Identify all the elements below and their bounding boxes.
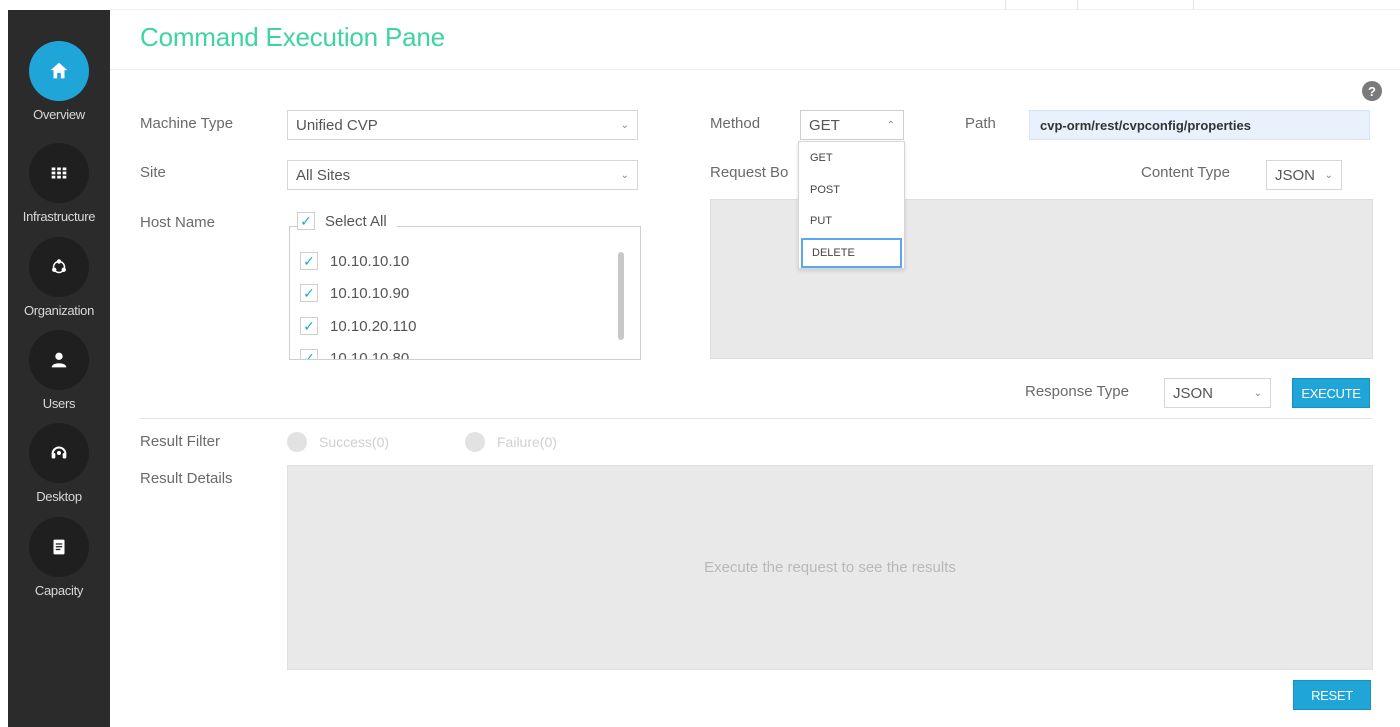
sidebar: Overview Infrastructure Organization Use… [8,10,110,727]
result-placeholder: Execute the request to see the results [704,559,956,576]
sidebar-item-desktop[interactable]: Desktop [8,423,110,513]
content-type-value: JSON [1275,166,1316,184]
host-list: ✓ 10.10.10.10 ✓ 10.10.10.90 ✓ 10.10.20.1… [289,226,641,360]
top-divider [1005,0,1006,10]
sidebar-item-infrastructure[interactable]: Infrastructure [8,143,110,233]
network-icon [29,237,89,297]
host-list-scrollbar[interactable] [618,252,624,340]
chevron-down-icon: ⌄ [1253,387,1262,399]
checkbox-checked-icon[interactable]: ✓ [297,212,315,230]
chevron-down-icon: ⌄ [620,169,629,181]
result-filter-label: Result Filter [140,433,221,450]
top-strip [110,0,1400,10]
reset-button[interactable]: RESET [1293,680,1371,710]
sidebar-item-users[interactable]: Users [8,330,110,420]
path-label: Path [965,115,996,132]
section-divider [140,418,1372,419]
method-option-get[interactable]: GET [801,143,902,173]
title-divider [110,69,1400,70]
host-item[interactable]: ✓ 10.10.10.90 [300,284,409,302]
execute-button[interactable]: EXECUTE [1292,378,1370,408]
headset-icon [29,423,89,483]
help-icon[interactable]: ? [1362,81,1382,101]
document-icon [29,517,89,577]
sidebar-item-label: Infrastructure [22,209,96,224]
result-details-panel: Execute the request to see the results [287,465,1373,670]
sidebar-item-label: Users [42,396,76,411]
response-type-value: JSON [1173,384,1214,402]
user-icon [29,330,89,390]
machine-type-value: Unified CVP [296,116,378,134]
method-label: Method [710,115,761,132]
host-label: 10.10.10.80 [330,349,410,360]
top-divider [1193,0,1194,10]
failure-label: Failure(0) [497,434,557,450]
method-select[interactable]: GET ⌃ [800,110,904,140]
site-value: All Sites [296,166,351,184]
select-all-label: Select All [325,212,387,230]
checkbox-checked-icon[interactable]: ✓ [300,252,318,270]
content-type-select[interactable]: JSON ⌄ [1266,160,1342,190]
checkbox-checked-icon[interactable]: ✓ [300,317,318,335]
radio-icon[interactable] [287,432,307,452]
sidebar-item-overview[interactable]: Overview [8,41,110,131]
sidebar-item-label: Desktop [36,489,82,504]
method-option-post[interactable]: POST [801,175,902,205]
chevron-down-icon: ⌄ [1324,169,1333,181]
failure-radio[interactable]: Failure(0) [465,432,557,452]
content-type-label: Content Type [1141,164,1230,181]
method-value: GET [809,116,840,134]
request-body-label: Request Bo [710,164,789,181]
path-input[interactable] [1029,110,1370,140]
host-name-label: Host Name [140,214,216,231]
host-item[interactable]: ✓ 10.10.10.80 [300,349,410,360]
select-all-checkbox[interactable]: ✓ Select All [297,212,397,230]
home-icon [29,41,89,101]
host-label: 10.10.10.10 [330,252,410,270]
response-type-label: Response Type [1025,383,1129,400]
chevron-down-icon: ⌄ [620,119,629,131]
success-label: Success(0) [319,434,390,450]
method-option-delete[interactable]: DELETE [801,238,902,268]
response-type-select[interactable]: JSON ⌄ [1164,378,1271,408]
sidebar-item-organization[interactable]: Organization [8,237,110,327]
machine-type-label: Machine Type [140,115,234,132]
sidebar-item-label: Capacity [34,583,84,598]
checkbox-checked-icon[interactable]: ✓ [300,284,318,302]
success-radio[interactable]: Success(0) [287,432,389,452]
site-select[interactable]: All Sites ⌄ [287,160,638,190]
sidebar-item-label: Organization [23,303,95,318]
host-item[interactable]: ✓ 10.10.20.110 [300,317,416,335]
page-title: Command Execution Pane [140,22,445,52]
checkbox-checked-icon[interactable]: ✓ [300,349,318,359]
chevron-up-icon: ⌃ [886,119,895,131]
host-label: 10.10.10.90 [330,284,410,302]
machine-type-select[interactable]: Unified CVP ⌄ [287,110,638,140]
method-dropdown: GET POST PUT DELETE [798,141,905,269]
site-label: Site [140,164,166,181]
sidebar-item-capacity[interactable]: Capacity [8,517,110,607]
result-details-label: Result Details [140,470,233,487]
sidebar-item-label: Overview [33,107,85,122]
top-divider [1077,0,1078,10]
radio-icon[interactable] [465,432,485,452]
grid-icon [29,143,89,203]
host-label: 10.10.20.110 [330,317,417,335]
host-item[interactable]: ✓ 10.10.10.10 [300,252,409,270]
method-option-put[interactable]: PUT [801,206,902,236]
